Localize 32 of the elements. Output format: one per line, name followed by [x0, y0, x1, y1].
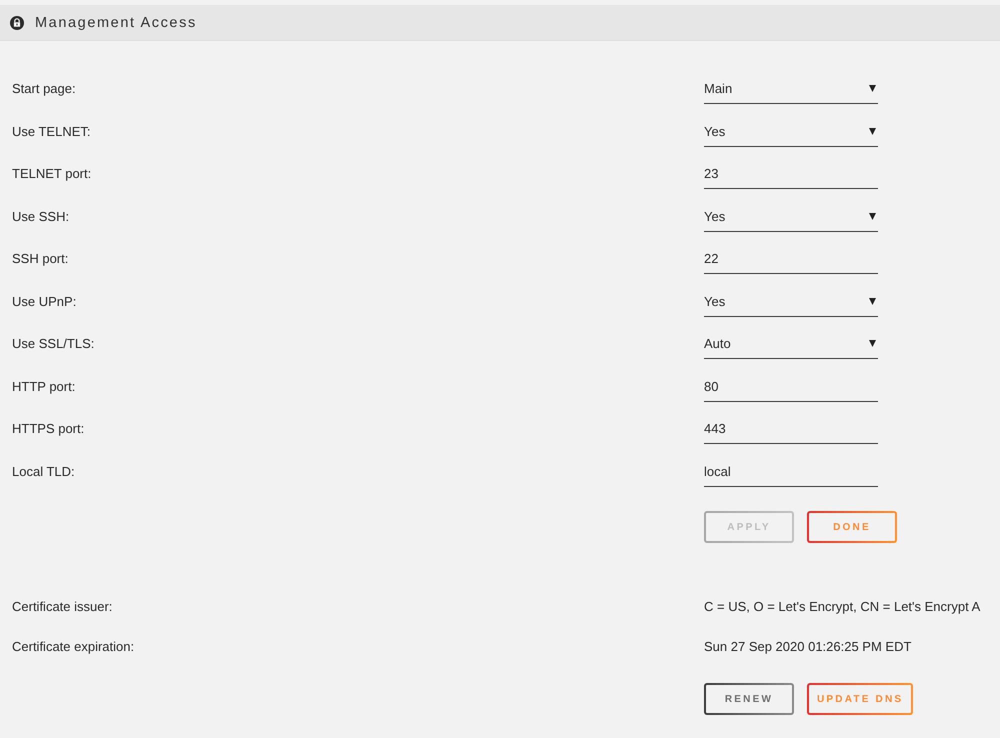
- section-title: Management Access: [35, 14, 197, 30]
- setting-label: Use SSH:: [12, 208, 70, 224]
- text-field[interactable]: 22: [704, 244, 878, 274]
- setting-label: Start page:: [12, 81, 76, 96]
- setting-label: Use UPnP:: [12, 294, 76, 309]
- dropdown-select[interactable]: Auto: [704, 329, 878, 359]
- dropdown-select[interactable]: Yes: [704, 202, 878, 232]
- caret-icon: [869, 298, 876, 304]
- text-field[interactable]: local: [704, 456, 878, 486]
- dropdown-select[interactable]: Yes: [704, 286, 878, 316]
- text-field[interactable]: 443: [704, 414, 878, 444]
- caret-icon: [869, 212, 876, 220]
- action-button[interactable]: RENEW: [704, 683, 794, 715]
- dropdown-select[interactable]: Yes: [704, 116, 878, 146]
- caret-icon: [869, 85, 876, 92]
- text-field[interactable]: 23: [704, 159, 878, 189]
- info-value: C = US, O = Let's Encrypt, CN = Let's Encrypt A: [704, 598, 980, 614]
- caret-icon: [869, 340, 876, 347]
- text-field[interactable]: 80: [704, 372, 878, 402]
- info-value: Sun 27 Sep 2020 01:26:25 PM EDT: [704, 638, 912, 654]
- info-label: Certificate expiration:: [12, 638, 136, 654]
- setting-label: HTTP port:: [12, 378, 76, 394]
- caret-icon: [869, 128, 876, 134]
- setting-label: TELNET port:: [12, 166, 92, 182]
- dropdown-select[interactable]: Main: [704, 74, 878, 104]
- setting-label: Use SSL/TLS:: [12, 336, 94, 352]
- setting-label: HTTPS port:: [12, 421, 84, 436]
- setting-label: SSH port:: [12, 251, 68, 266]
- setting-label: Local TLD:: [12, 464, 75, 479]
- lock-icon: [10, 16, 24, 30]
- setting-label: Use TELNET:: [12, 124, 91, 139]
- info-label: Certificate issuer:: [12, 598, 114, 614]
